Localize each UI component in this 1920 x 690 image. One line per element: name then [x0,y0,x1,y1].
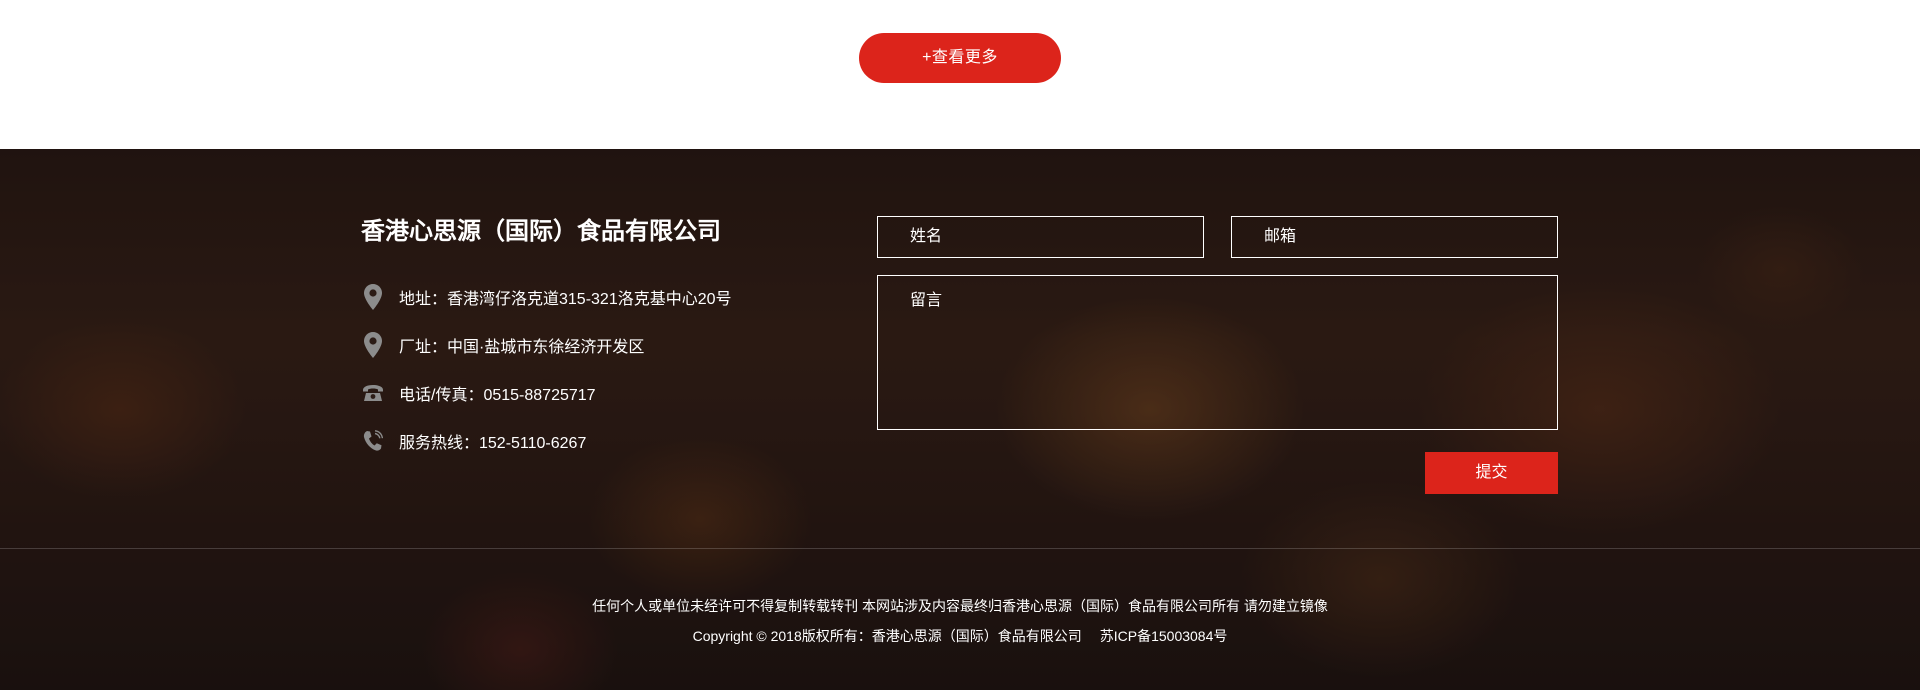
top-section: +查看更多 [0,0,1920,149]
company-name: 香港心思源（国际）食品有限公司 [361,218,721,245]
phone-fax-line: 电话/传真：0515-88725717 [362,379,596,407]
submit-button[interactable]: 提交 [1425,452,1558,494]
location-pin-icon [362,283,384,311]
icp-link[interactable]: 苏ICP备15003084号 [1100,628,1228,644]
address-text: 地址：香港湾仔洛克道315-321洛克基中心20号 [399,291,732,308]
address-line: 地址：香港湾仔洛克道315-321洛克基中心20号 [362,283,732,311]
hotline-text: 服务热线：152-5110-6267 [399,435,587,452]
phone-fax-text: 电话/传真：0515-88725717 [399,387,596,404]
phone-handset-icon [362,427,384,455]
telephone-icon [362,379,384,407]
view-more-button[interactable]: +查看更多 [859,33,1061,83]
footer: 香港心思源（国际）食品有限公司 地址：香港湾仔洛克道315-321洛克基中心20… [0,149,1920,690]
factory-text: 厂址：中国·盐城市东徐经济开发区 [399,339,645,356]
name-field[interactable] [877,216,1204,258]
copyright-notice: 任何个人或单位未经许可不得复制转载转刊 本网站涉及内容最终归香港心思源（国际）食… [592,598,1328,614]
copyright-text: Copyright © 2018版权所有：香港心思源（国际）食品有限公司 [692,628,1082,644]
location-pin-icon [362,331,384,359]
footer-divider [0,548,1920,549]
hotline-line: 服务热线：152-5110-6267 [362,427,586,455]
message-field[interactable] [877,275,1558,430]
email-field[interactable] [1231,216,1558,258]
factory-line: 厂址：中国·盐城市东徐经济开发区 [362,331,644,359]
copyright-line: Copyright © 2018版权所有：香港心思源（国际）食品有限公司 苏ICP… [0,626,1920,646]
